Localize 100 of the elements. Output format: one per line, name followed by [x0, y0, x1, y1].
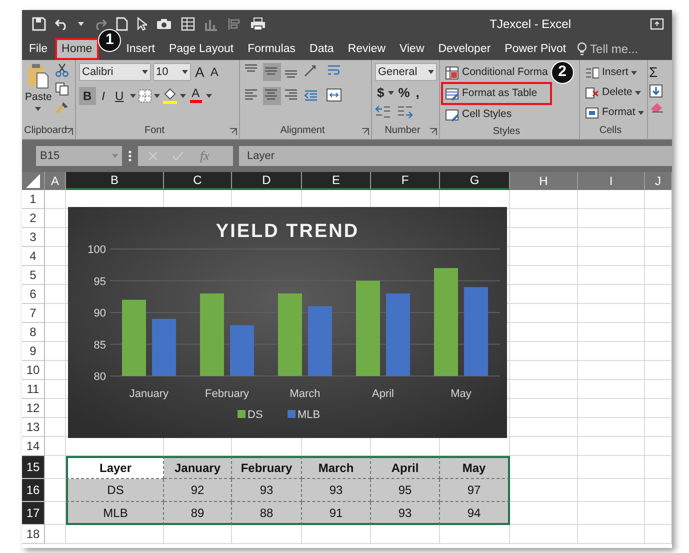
table-cell-background[interactable]: 93 — [232, 479, 302, 502]
tell-me-field[interactable]: Tell me... — [590, 40, 650, 58]
row-header[interactable]: 14 — [22, 437, 45, 456]
row-header[interactable]: 18 — [22, 525, 45, 544]
underline-button[interactable]: U — [111, 87, 128, 105]
column-header[interactable]: F — [371, 172, 440, 190]
dialog-launcher-icon[interactable] — [362, 128, 369, 135]
table-cell-background[interactable]: Layer — [66, 456, 164, 479]
table-cell-background[interactable]: 92 — [164, 479, 232, 502]
restore-icon[interactable] — [650, 18, 664, 30]
row-header[interactable]: 2 — [22, 209, 45, 228]
ribbon-tab[interactable]: Formulas — [240, 38, 303, 60]
align-icon[interactable] — [227, 17, 241, 31]
printer-icon[interactable] — [250, 17, 266, 31]
table-cell-background[interactable]: February — [232, 456, 302, 479]
table-cell-background[interactable]: 93 — [302, 479, 371, 502]
table-cell-background[interactable]: January — [164, 456, 232, 479]
ribbon-tab[interactable]: View — [392, 38, 432, 60]
cells-button[interactable]: Format — [583, 103, 646, 122]
column-header[interactable]: J — [645, 172, 672, 190]
ribbon-tab[interactable]: Power Pivot — [498, 38, 574, 60]
select-all-icon[interactable] — [26, 174, 40, 188]
name-box[interactable]: B15 — [36, 146, 122, 166]
font-name-field[interactable]: Calibri — [79, 63, 151, 81]
styles-button[interactable]: Conditional Forma — [443, 63, 550, 82]
cells-button[interactable]: Delete — [583, 83, 646, 102]
page-icon[interactable] — [116, 17, 128, 31]
row-header[interactable]: 17 — [22, 502, 45, 525]
save-icon[interactable] — [32, 17, 46, 31]
table-cell-background[interactable]: April — [371, 456, 440, 479]
table-cell-background[interactable]: 95 — [371, 479, 440, 502]
row-header[interactable]: 8 — [22, 323, 45, 342]
grow-font-button[interactable]: A — [193, 63, 206, 81]
caret-icon[interactable] — [182, 70, 188, 74]
ribbon-tab[interactable]: Page Layout — [162, 38, 241, 60]
row-header[interactable]: 12 — [22, 399, 45, 418]
merge-icon[interactable] — [326, 87, 342, 103]
bar-chart-icon[interactable] — [204, 17, 218, 31]
caret-icon[interactable] — [78, 22, 84, 26]
paintbrush-icon[interactable] — [54, 101, 69, 115]
table-cell-background[interactable]: DS — [66, 479, 164, 502]
number-format-field[interactable]: General — [375, 63, 437, 81]
ribbon-tab[interactable]: File — [22, 38, 55, 60]
dialog-launcher-icon[interactable] — [430, 128, 437, 135]
row-header[interactable]: 9 — [22, 342, 45, 361]
column-header[interactable]: A — [45, 172, 66, 190]
column-header[interactable]: B — [66, 172, 164, 190]
increase-decimal-icon[interactable] — [375, 105, 391, 119]
undo-icon[interactable] — [55, 18, 69, 30]
comma-button[interactable]: , — [414, 84, 422, 102]
column-header[interactable]: E — [302, 172, 371, 190]
align-middle-icon[interactable] — [263, 63, 281, 81]
table-icon[interactable] — [181, 17, 195, 31]
table-cell-background[interactable]: MLB — [66, 502, 164, 525]
fill-down-icon[interactable] — [649, 84, 663, 98]
copy-icon[interactable] — [54, 82, 69, 96]
row-header[interactable]: 13 — [22, 418, 45, 437]
table-cell-background[interactable]: 88 — [232, 502, 302, 525]
camera-icon[interactable] — [156, 18, 172, 30]
borders-icon[interactable] — [138, 89, 152, 103]
column-header[interactable]: I — [578, 172, 645, 190]
dialog-launcher-icon[interactable] — [230, 128, 237, 135]
formula-field[interactable]: Layer — [239, 146, 672, 166]
eraser-icon[interactable] — [649, 101, 665, 113]
lightbulb-icon[interactable] — [577, 42, 588, 56]
redo-icon[interactable] — [93, 18, 107, 30]
caret-icon[interactable] — [388, 91, 394, 95]
fill-color-icon[interactable] — [162, 88, 178, 104]
ribbon-tab[interactable]: Insert — [119, 38, 162, 60]
column-header[interactable]: D — [232, 172, 302, 190]
table-cell-background[interactable]: May — [440, 456, 510, 479]
styles-button[interactable]: Cell Styles — [443, 105, 550, 124]
caret-icon[interactable] — [428, 70, 434, 74]
row-header[interactable]: 5 — [22, 266, 45, 285]
currency-button[interactable]: $ — [375, 84, 386, 102]
cursor-icon[interactable] — [137, 17, 147, 31]
decrease-decimal-icon[interactable] — [397, 105, 413, 119]
check-icon[interactable] — [172, 151, 184, 161]
bold-button[interactable]: B — [79, 87, 96, 105]
row-header[interactable]: 11 — [22, 380, 45, 399]
table-cell-background[interactable]: 89 — [164, 502, 232, 525]
cells-button[interactable]: Insert — [583, 63, 646, 82]
row-header[interactable]: 7 — [22, 304, 45, 323]
caret-icon[interactable] — [142, 70, 148, 74]
ribbon-tab[interactable]: Home — [54, 38, 100, 60]
row-header[interactable]: 6 — [22, 285, 45, 304]
table-cell-background[interactable]: 97 — [440, 479, 510, 502]
row-header[interactable]: 10 — [22, 361, 45, 380]
percent-button[interactable]: % — [396, 84, 412, 102]
caret-icon[interactable] — [154, 94, 160, 98]
ribbon-tab[interactable]: Data — [302, 38, 341, 60]
more-options-icon[interactable] — [128, 150, 132, 162]
column-header[interactable]: C — [164, 172, 232, 190]
table-cell-background[interactable]: March — [302, 456, 371, 479]
row-header[interactable]: 3 — [22, 228, 45, 247]
styles-button[interactable]: Format as Table — [443, 84, 550, 103]
caret-icon[interactable] — [180, 94, 186, 98]
shrink-font-button[interactable]: A — [208, 63, 220, 81]
row-header[interactable]: 1 — [22, 190, 45, 209]
caret-icon[interactable] — [206, 94, 212, 98]
